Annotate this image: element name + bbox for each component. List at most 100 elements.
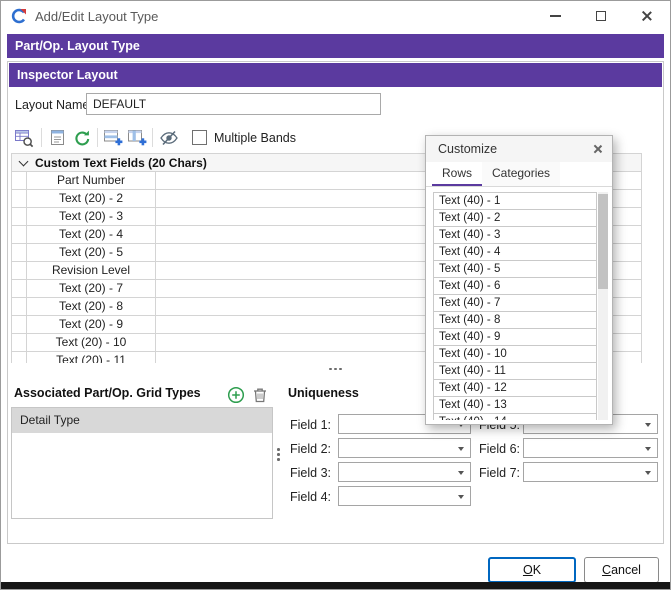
ok-label: O <box>523 563 533 577</box>
band-title: Custom Text Fields (20 Chars) <box>35 156 207 170</box>
row-indicator <box>12 208 27 225</box>
layout-search-icon <box>14 128 34 148</box>
hide-columns-button[interactable] <box>158 127 180 149</box>
row-indicator <box>12 316 27 333</box>
customize-list-item[interactable]: Text (40) - 14 <box>433 413 597 420</box>
tab-categories[interactable]: Categories <box>482 162 560 186</box>
customize-list-item[interactable]: Text (40) - 11 <box>433 362 597 380</box>
customize-list-item[interactable]: Text (40) - 9 <box>433 328 597 346</box>
splitter-grip-icon <box>277 448 280 451</box>
row-indicator <box>12 334 27 351</box>
report-icon <box>48 128 68 148</box>
close-icon <box>641 10 653 22</box>
row-indicator <box>12 190 27 207</box>
multiple-bands-checkbox[interactable] <box>192 130 207 145</box>
layout-name-label: Layout Name: <box>15 98 93 112</box>
vertical-splitter[interactable] <box>273 448 284 470</box>
customize-list-item[interactable]: Text (40) - 10 <box>433 345 597 363</box>
field-4-label: Field 4: <box>290 490 331 504</box>
row-label: Text (20) - 4 <box>27 226 156 243</box>
field-7-combo[interactable] <box>523 462 658 482</box>
title-bar: Add/Edit Layout Type <box>1 1 670 31</box>
customize-scrollbar[interactable] <box>598 192 608 420</box>
customize-panel: Customize Rows Categories Text (40) - 1 … <box>425 135 613 425</box>
field-3-combo[interactable] <box>338 462 471 482</box>
field-7-label: Field 7: <box>479 466 520 480</box>
layout-search-button[interactable] <box>13 127 35 149</box>
add-band-icon <box>103 128 123 148</box>
plus-circle-icon <box>227 386 245 404</box>
report-button[interactable] <box>47 127 69 149</box>
row-label: Text (20) - 10 <box>27 334 156 351</box>
row-label: Text (20) - 9 <box>27 316 156 333</box>
refresh-button[interactable] <box>71 127 93 149</box>
row-label: Part Number <box>27 172 156 189</box>
scrollbar-thumb[interactable] <box>598 194 608 289</box>
customize-tabs: Rows Categories <box>426 162 612 187</box>
field-6-combo[interactable] <box>523 438 658 458</box>
field-2-combo[interactable] <box>338 438 471 458</box>
tab-rows[interactable]: Rows <box>432 162 482 186</box>
row-indicator <box>12 262 27 279</box>
delete-grid-type-button[interactable] <box>251 386 269 404</box>
add-grid-type-button[interactable] <box>227 386 245 404</box>
add-edit-layout-dialog: Add/Edit Layout Type Part/Op. Layout Typ… <box>0 0 671 590</box>
customize-list-item[interactable]: Text (40) - 5 <box>433 260 597 278</box>
ok-label-rest: K <box>533 563 541 577</box>
row-label: Text (20) - 11 <box>27 352 156 363</box>
row-label: Revision Level <box>27 262 156 279</box>
customize-list-item[interactable]: Text (40) - 4 <box>433 243 597 261</box>
toolbar-separator <box>152 128 153 147</box>
uniqueness-title: Uniqueness <box>288 386 359 400</box>
customize-list-item[interactable]: Text (40) - 13 <box>433 396 597 414</box>
ok-button[interactable]: OK <box>488 557 576 583</box>
splitter-grip-icon <box>329 368 332 371</box>
customize-titlebar: Customize <box>426 136 612 162</box>
add-column-button[interactable] <box>126 127 148 149</box>
minimize-icon <box>550 15 561 17</box>
row-indicator <box>12 352 27 363</box>
customize-title: Customize <box>438 142 497 156</box>
customize-list-item[interactable]: Text (40) - 6 <box>433 277 597 295</box>
row-indicator <box>12 280 27 297</box>
customize-list-item[interactable]: Text (40) - 1 <box>433 192 597 210</box>
customize-list-item[interactable]: Text (40) - 2 <box>433 209 597 227</box>
cancel-label-rest: ancel <box>611 563 641 577</box>
cancel-button[interactable]: Cancel <box>584 557 659 583</box>
row-label: Text (20) - 8 <box>27 298 156 315</box>
grid-types-list: Detail Type <box>11 407 273 519</box>
customize-list-item[interactable]: Text (40) - 8 <box>433 311 597 329</box>
list-item-detail-type[interactable]: Detail Type <box>12 408 272 433</box>
associated-grid-types-title: Associated Part/Op. Grid Types <box>14 386 201 400</box>
refresh-icon <box>73 129 92 148</box>
field-4-combo[interactable] <box>338 486 471 506</box>
row-indicator <box>12 298 27 315</box>
multiple-bands-label: Multiple Bands <box>214 131 296 145</box>
toolbar-separator <box>97 128 98 147</box>
inspector-layout-header: Inspector Layout <box>9 63 662 87</box>
hide-columns-icon <box>159 128 179 148</box>
field-3-label: Field 3: <box>290 466 331 480</box>
add-band-button[interactable] <box>102 127 124 149</box>
cancel-label: C <box>602 563 611 577</box>
customize-list-item[interactable]: Text (40) - 3 <box>433 226 597 244</box>
field-1-label: Field 1: <box>290 418 331 432</box>
minimize-button[interactable] <box>532 1 578 31</box>
customize-list-item[interactable]: Text (40) - 7 <box>433 294 597 312</box>
layout-name-input[interactable] <box>86 93 381 115</box>
maximize-button[interactable] <box>578 1 624 31</box>
close-button[interactable] <box>624 1 670 31</box>
customize-list-item[interactable]: Text (40) - 12 <box>433 379 597 397</box>
maximize-icon <box>596 11 606 21</box>
toolbar-separator <box>41 128 42 147</box>
row-label: Text (20) - 7 <box>27 280 156 297</box>
field-6-label: Field 6: <box>479 442 520 456</box>
partop-layout-type-header: Part/Op. Layout Type <box>7 34 664 58</box>
trash-icon <box>251 386 269 404</box>
customize-close-icon[interactable] <box>593 144 603 154</box>
row-label: Text (20) - 5 <box>27 244 156 261</box>
field-2-label: Field 2: <box>290 442 331 456</box>
row-indicator <box>12 244 27 261</box>
row-indicator <box>12 226 27 243</box>
window-title: Add/Edit Layout Type <box>35 9 158 24</box>
